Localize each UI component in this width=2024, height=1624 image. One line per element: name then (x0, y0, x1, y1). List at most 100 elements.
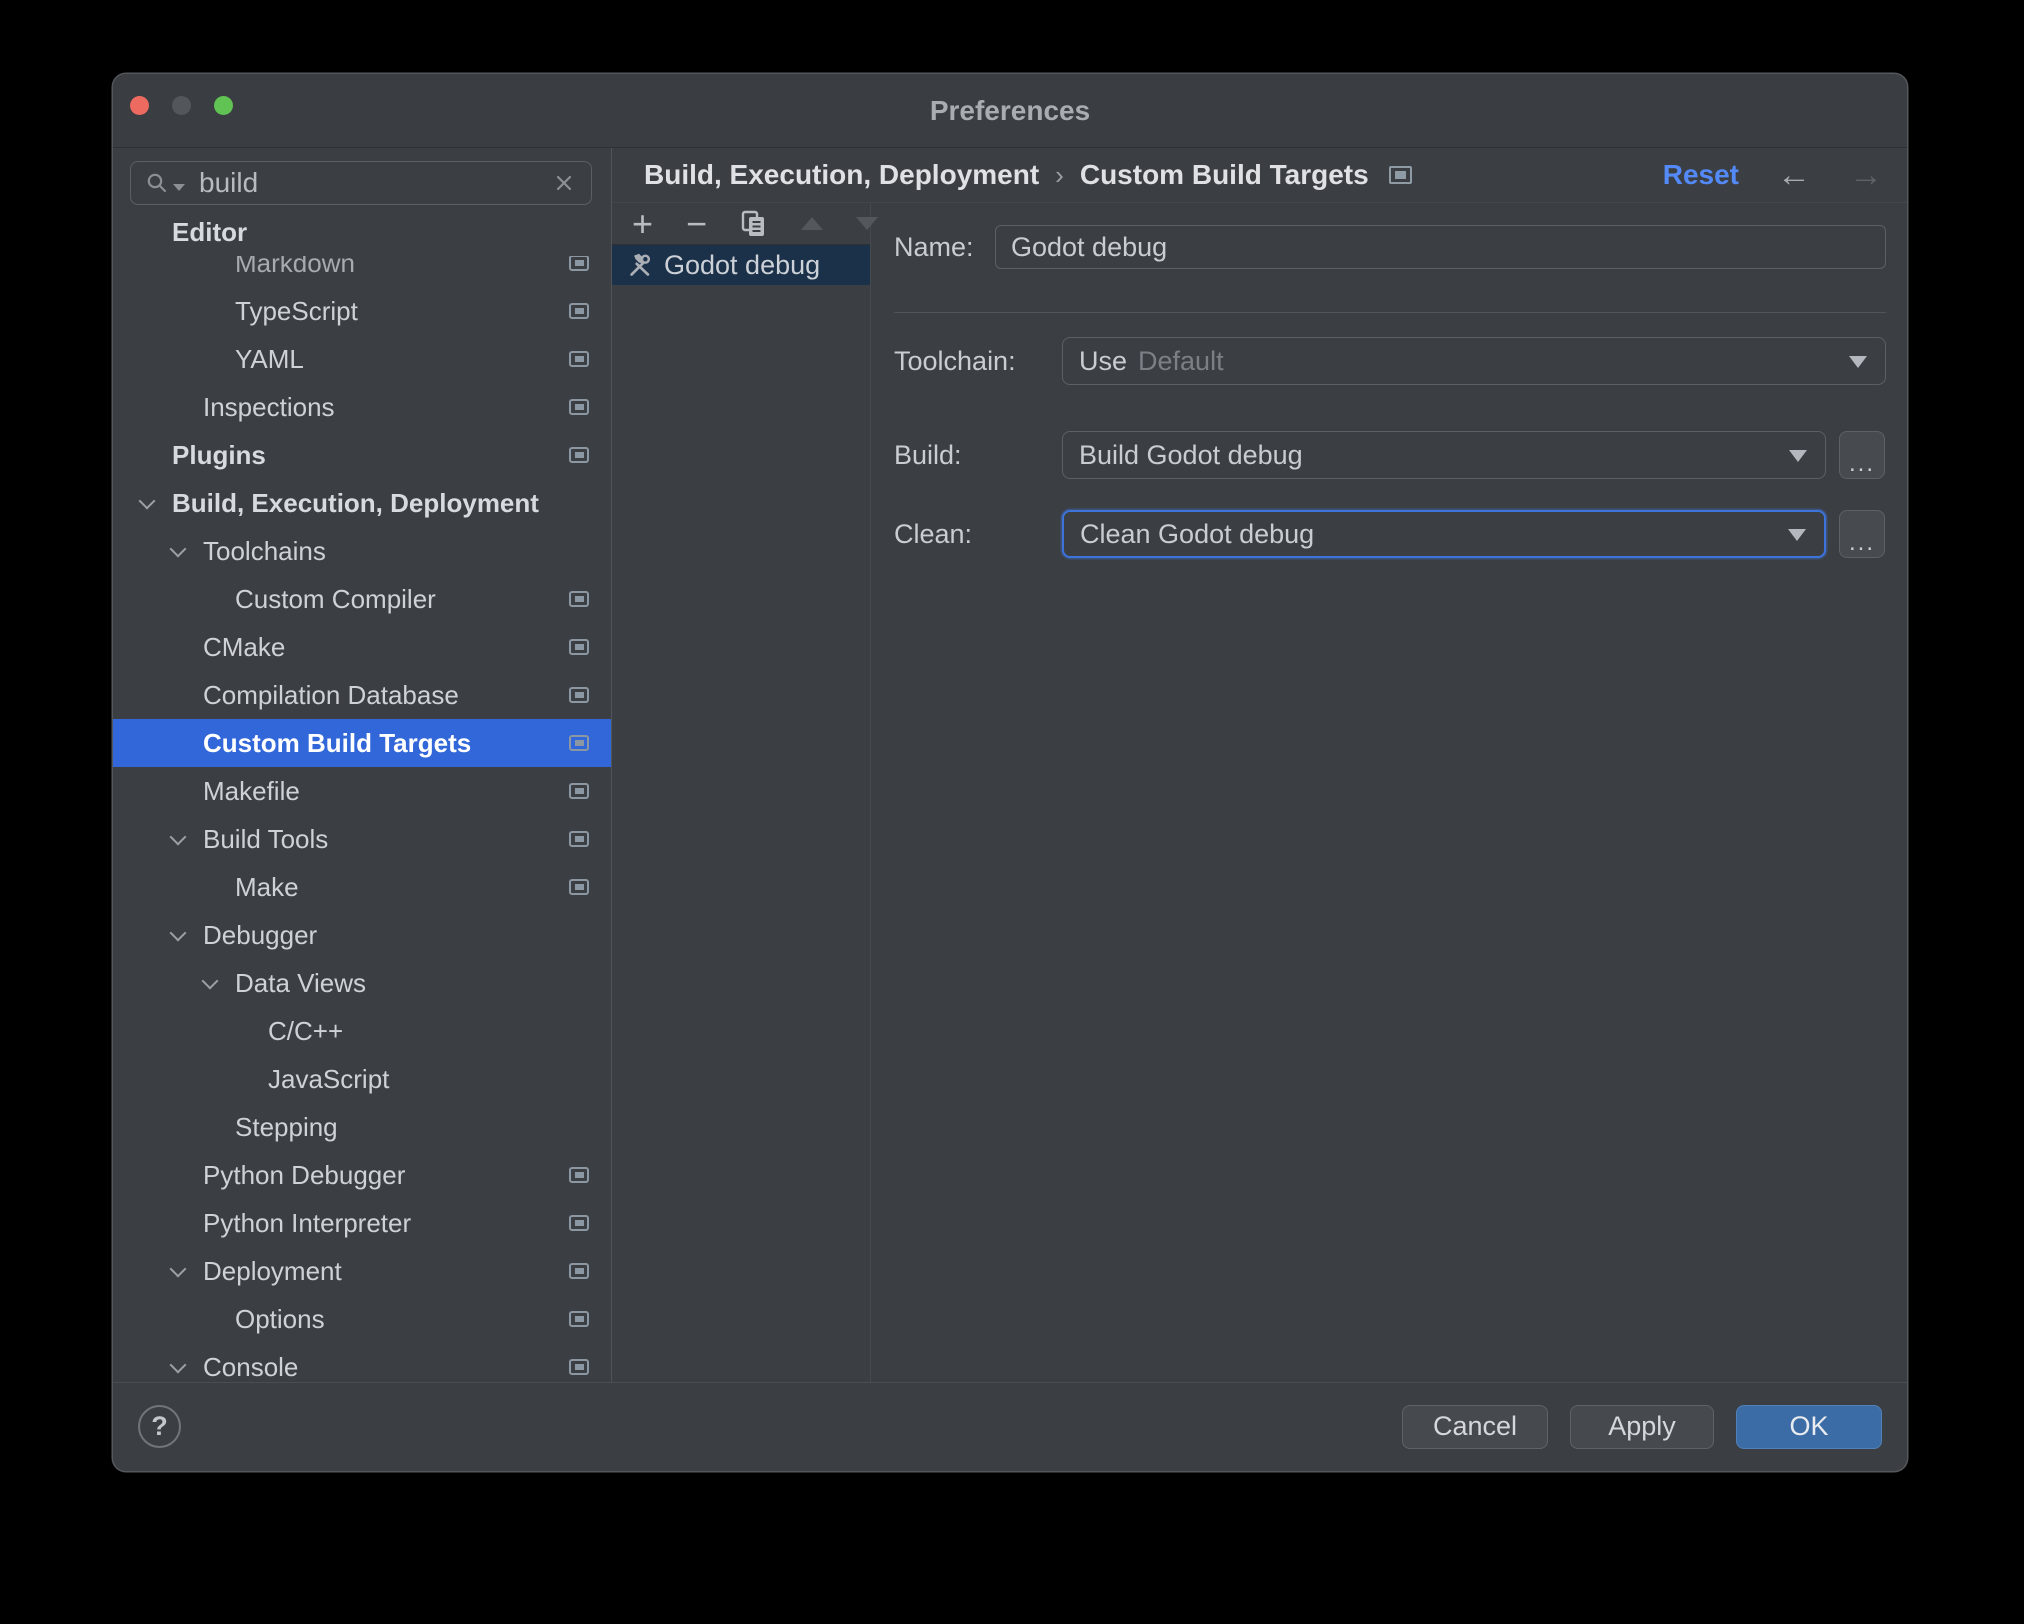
breadcrumb-parent[interactable]: Build, Execution, Deployment (644, 159, 1039, 191)
breadcrumb-current: Custom Build Targets (1079, 159, 1369, 190)
sidebar-item-deployment[interactable]: Deployment (113, 1247, 611, 1295)
clean-dropdown[interactable]: Clean Godot debug (1062, 510, 1826, 558)
sidebar-item-custom-build-targets[interactable]: Custom Build Targets (113, 719, 611, 767)
sidebar-item-custom-compiler[interactable]: Custom Compiler (113, 575, 611, 623)
toolchain-value: Default (1138, 345, 1224, 376)
settings-preview-icon (569, 1215, 589, 1231)
remove-icon[interactable]: − (686, 205, 707, 241)
search-options-chevron-icon[interactable] (173, 183, 185, 191)
custom-build-target-form: Name: Toolchain: Use Default Build: (871, 203, 1907, 1382)
build-value: Build Godot debug (1079, 439, 1303, 470)
sidebar-item-label: Make (235, 871, 299, 902)
copy-icon[interactable] (740, 209, 768, 239)
list-item-label: Godot debug (664, 249, 821, 280)
forward-arrow-icon[interactable]: → (1849, 158, 1883, 192)
chevron-down-icon[interactable] (172, 1268, 203, 1275)
add-icon[interactable]: + (632, 205, 653, 241)
chevron-down-icon[interactable] (204, 980, 235, 987)
search-input[interactable] (197, 166, 551, 200)
close-button[interactable] (130, 96, 149, 115)
sidebar-item-data-views[interactable]: Data Views (113, 959, 611, 1007)
clear-search-icon[interactable] (551, 170, 577, 196)
chevron-down-icon[interactable] (172, 836, 203, 843)
clean-more-button[interactable]: ... (1839, 510, 1885, 558)
cancel-button[interactable]: Cancel (1402, 1404, 1548, 1449)
build-tools-icon (630, 253, 651, 276)
sidebar-item-label: YAML (235, 343, 304, 374)
toolchain-dropdown[interactable]: Use Default (1062, 337, 1886, 385)
search-icon (147, 173, 167, 193)
chevron-down-icon[interactable] (172, 548, 203, 555)
settings-preview-icon (569, 879, 589, 895)
sidebar-item-label: Inspections (203, 391, 335, 422)
build-more-button[interactable]: ... (1839, 431, 1885, 479)
sidebar-item-label: Custom Build Targets (203, 727, 472, 758)
settings-preview-icon (569, 735, 589, 751)
chevron-down-icon[interactable] (172, 1364, 203, 1371)
settings-preview-icon (569, 639, 589, 655)
sidebar-item-build-execution-deployment[interactable]: Build, Execution, Deployment (113, 479, 611, 527)
sidebar-item-yaml[interactable]: YAML (113, 335, 611, 383)
ok-button[interactable]: OK (1736, 1404, 1882, 1449)
sidebar-item-label: Custom Compiler (235, 583, 436, 614)
help-button[interactable]: ? (138, 1405, 181, 1448)
toolchain-label: Toolchain: (894, 345, 1016, 376)
search-area (113, 148, 611, 208)
form-divider (894, 312, 1886, 313)
preferences-window: Preferences build Editor Markdown TypeSc… (113, 74, 1907, 1471)
settings-preview-icon (569, 447, 589, 463)
sidebar-item-plugins[interactable]: Plugins (113, 431, 611, 479)
sidebar-item-label: Python Interpreter (203, 1207, 412, 1238)
sidebar-item-stepping[interactable]: Stepping (113, 1103, 611, 1151)
sidebar-item-console[interactable]: Console (113, 1343, 611, 1382)
build-dropdown[interactable]: Build Godot debug (1062, 431, 1826, 479)
settings-preview-icon (1388, 166, 1412, 184)
sidebar-item-options[interactable]: Options (113, 1295, 611, 1343)
chevron-down-icon[interactable] (172, 932, 203, 939)
settings-preview-icon (569, 255, 589, 271)
apply-button[interactable]: Apply (1570, 1404, 1714, 1449)
sidebar-item-typescript[interactable]: TypeScript (113, 287, 611, 335)
sidebar-item-cmake[interactable]: CMake (113, 623, 611, 671)
sidebar-item-python-interpreter[interactable]: Python Interpreter (113, 1199, 611, 1247)
settings-preview-icon (569, 399, 589, 415)
sidebar-item-makefile[interactable]: Makefile (113, 767, 611, 815)
minimize-button[interactable] (172, 96, 191, 115)
titlebar[interactable]: Preferences (113, 74, 1907, 148)
zoom-button[interactable] (214, 96, 233, 115)
sidebar-item-label: Debugger (203, 919, 318, 950)
search-field[interactable] (130, 161, 592, 205)
sidebar-item-label: Editor (172, 216, 248, 247)
build-targets-list-panel: + − Godot debug (612, 203, 879, 1382)
sidebar-item-label: Build, Execution, Deployment (172, 487, 539, 518)
chevron-down-icon[interactable] (141, 500, 172, 507)
sidebar-item-make[interactable]: Make (113, 863, 611, 911)
chevron-down-icon (1788, 529, 1806, 541)
sidebar-item-build-tools[interactable]: Build Tools (113, 815, 611, 863)
settings-preview-icon (569, 351, 589, 367)
settings-header: Build, Execution, Deployment › Custom Bu… (612, 148, 1907, 203)
sidebar-item-label: JavaScript (268, 1063, 390, 1094)
breadcrumb-separator: › (1055, 159, 1064, 190)
sidebar-item-python-debugger[interactable]: Python Debugger (113, 1151, 611, 1199)
settings-preview-icon (569, 687, 589, 703)
sidebar-item-debugger[interactable]: Debugger (113, 911, 611, 959)
toolchain-value-prefix: Use (1079, 345, 1128, 376)
sidebar-item-c-c[interactable]: C/C++ (113, 1007, 611, 1055)
sidebar-item-javascript[interactable]: JavaScript (113, 1055, 611, 1103)
settings-sidebar: EditorMarkdownTypeScriptYAMLInspectionsP… (113, 148, 612, 1382)
sidebar-item-inspections[interactable]: Inspections (113, 383, 611, 431)
settings-preview-icon (569, 1311, 589, 1327)
name-field[interactable] (995, 225, 1886, 269)
dialog-footer: ? Cancel Apply OK (113, 1382, 1907, 1470)
back-arrow-icon[interactable]: ← (1777, 158, 1811, 192)
reset-link[interactable]: Reset (1663, 159, 1739, 191)
move-up-icon[interactable] (801, 209, 824, 239)
sidebar-item-label: Deployment (203, 1255, 342, 1286)
settings-preview-icon (569, 1359, 589, 1375)
sidebar-item-label: Compilation Database (203, 679, 459, 710)
list-item-godot-debug[interactable]: Godot debug (612, 245, 870, 285)
sidebar-item-compilation-database[interactable]: Compilation Database (113, 671, 611, 719)
sidebar-item-toolchains[interactable]: Toolchains (113, 527, 611, 575)
sidebar-item-editor[interactable]: Editor (113, 208, 611, 256)
